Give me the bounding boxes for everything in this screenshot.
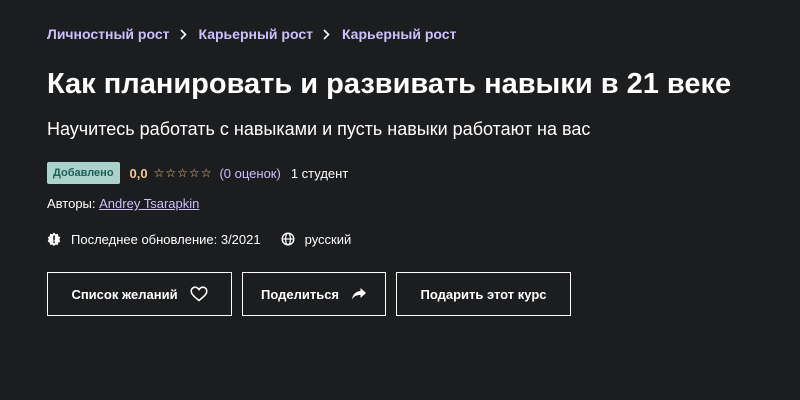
share-button-label: Поделиться [260,286,340,302]
star-rating: ☆ ☆ ☆ ☆ ☆ [154,167,212,179]
breadcrumb-item-career-growth[interactable]: Карьерный рост [199,26,313,42]
star-outline-icon: ☆ [165,166,177,180]
wishlist-button-label: Список желаний [71,286,178,302]
star-outline-icon: ☆ [177,166,188,180]
chevron-right-icon [179,28,187,40]
course-title: Как планировать и развивать навыки в 21 … [47,68,732,100]
breadcrumb-item-personal-growth[interactable]: Личностный рост [47,26,170,42]
status-badge: Добавлено [47,162,120,184]
share-arrow-icon [351,287,367,301]
gift-course-button[interactable]: Подарить этот курс [396,272,571,316]
course-subtitle: Научитесь работать с навыками и пусть на… [47,119,591,139]
last-updated-text: Последнее обновление: 3/2021 [71,231,261,247]
star-outline-icon: ☆ [200,166,212,180]
course-header: Личностный рост Карьерный рост Карьерный… [0,0,800,400]
student-count: 1 студент [290,165,349,181]
course-info-row: Последнее обновление: 3/2021 русский [47,229,770,249]
last-updated: Последнее обновление: 3/2021 [47,232,261,247]
heart-icon [189,286,208,302]
rating-count-link[interactable]: (0 оценок) [219,166,280,181]
course-language: русский [281,231,352,247]
authors-line: Авторы: Andrey Tsarapkin [47,195,770,213]
star-outline-icon: ☆ [153,166,165,180]
action-buttons: Список желаний Поделиться Подарить этот … [47,272,770,316]
author-link[interactable]: Andrey Tsarapkin [99,196,199,211]
breadcrumb: Личностный рост Карьерный рост Карьерный… [47,25,770,43]
wishlist-button[interactable]: Список желаний [47,272,232,316]
star-outline-icon: ☆ [188,166,200,180]
rating-value: 0,0 [129,165,148,181]
globe-icon [281,232,295,246]
alert-badge-icon [47,232,61,246]
authors-label: Авторы: [47,196,96,211]
language-text: русский [304,231,352,247]
breadcrumb-item-career-growth-topic[interactable]: Карьерный рост [342,26,456,42]
chevron-right-icon [323,28,330,40]
gift-course-button-label: Подарить этот курс [420,286,547,302]
rating-row: Добавлено 0,0 ☆ ☆ ☆ ☆ ☆ (0 оценок) 1 сту… [47,161,770,185]
share-button[interactable]: Поделиться [242,272,386,316]
